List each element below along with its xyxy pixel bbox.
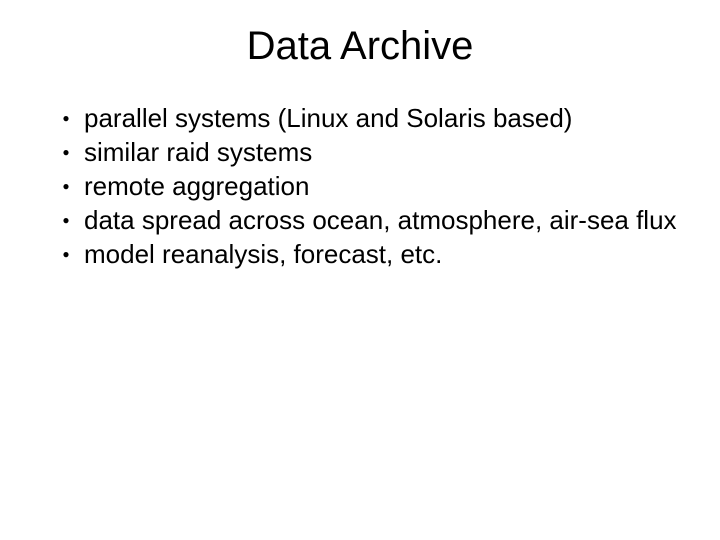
list-item: ● model reanalysis, forecast, etc.: [48, 237, 688, 271]
bullet-icon: ●: [48, 135, 84, 169]
list-item-text: similar raid systems: [84, 135, 312, 169]
bullet-icon: ●: [48, 101, 84, 135]
list-item: ● data spread across ocean, atmosphere, …: [48, 203, 688, 237]
bullet-list: ● parallel systems (Linux and Solaris ba…: [0, 101, 720, 271]
list-item-text: data spread across ocean, atmosphere, ai…: [84, 203, 677, 237]
list-item-text: parallel systems (Linux and Solaris base…: [84, 101, 572, 135]
list-item-text: model reanalysis, forecast, etc.: [84, 237, 442, 271]
slide-title: Data Archive: [0, 0, 720, 101]
list-item: ● similar raid systems: [48, 135, 688, 169]
list-item-text: remote aggregation: [84, 169, 309, 203]
slide: Data Archive ● parallel systems (Linux a…: [0, 0, 720, 540]
bullet-icon: ●: [48, 203, 84, 237]
list-item: ● remote aggregation: [48, 169, 688, 203]
bullet-icon: ●: [48, 169, 84, 203]
list-item: ● parallel systems (Linux and Solaris ba…: [48, 101, 688, 135]
bullet-icon: ●: [48, 237, 84, 271]
